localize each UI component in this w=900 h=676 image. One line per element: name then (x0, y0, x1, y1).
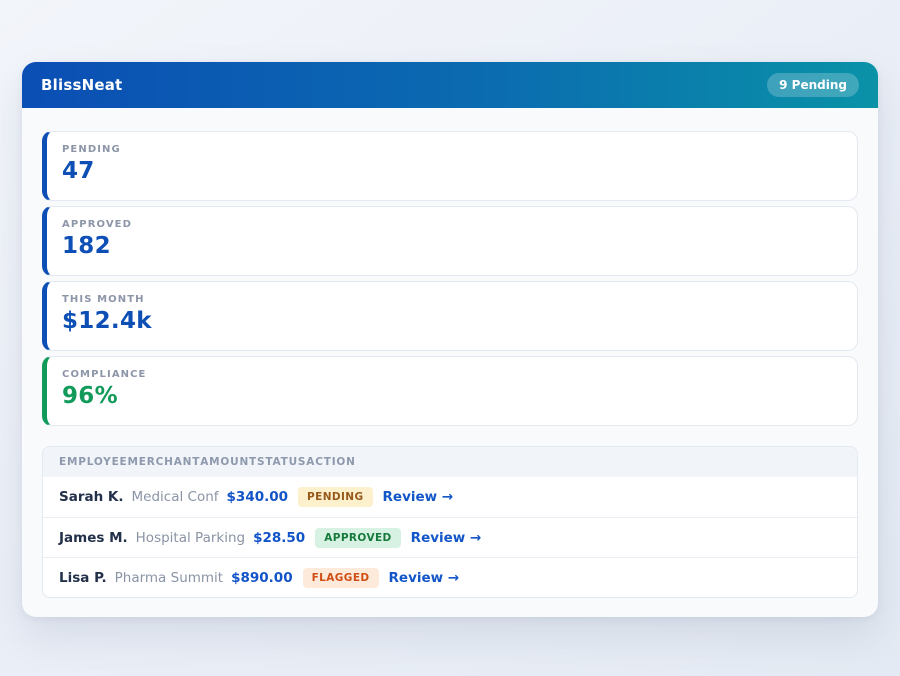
status-badge: PENDING (298, 487, 372, 507)
stat-card-approved: APPROVED 182 (42, 206, 858, 276)
employee-name: Lisa P. (59, 570, 107, 586)
app-title: BlissNeat (41, 76, 122, 94)
stat-value: 96% (62, 383, 842, 409)
stat-card-this-month: THIS MONTH $12.4k (42, 281, 858, 351)
employee-name: Sarah K. (59, 489, 124, 505)
stat-label: THIS MONTH (62, 294, 842, 305)
column-header-action: ACTION (306, 456, 355, 468)
amount-value: $28.50 (253, 530, 305, 546)
table-row: Lisa P. Pharma Summit $890.00 FLAGGED Re… (43, 557, 857, 597)
review-link[interactable]: Review → (389, 570, 460, 586)
amount-value: $890.00 (231, 570, 293, 586)
stat-label: APPROVED (62, 219, 842, 230)
stat-card-pending: PENDING 47 (42, 131, 858, 201)
column-header-merchant: MERCHANT (128, 456, 201, 468)
status-badge: APPROVED (315, 528, 400, 548)
review-link[interactable]: Review → (383, 489, 454, 505)
employee-name: James M. (59, 530, 128, 546)
table-header-row: EMPLOYEEMERCHANTAMOUNTSTATUSACTION (43, 447, 857, 477)
table-row: James M. Hospital Parking $28.50 APPROVE… (43, 517, 857, 557)
status-badge: FLAGGED (303, 568, 379, 588)
stat-label: PENDING (62, 144, 842, 155)
panel-content: PENDING 47 APPROVED 182 THIS MONTH $12.4… (22, 108, 878, 622)
transactions-table: EMPLOYEEMERCHANTAMOUNTSTATUSACTION Sarah… (42, 446, 858, 598)
amount-value: $340.00 (227, 489, 289, 505)
stat-value: 182 (62, 233, 842, 259)
column-header-amount: AMOUNT (200, 456, 257, 468)
stat-value: $12.4k (62, 308, 842, 334)
column-header-status: STATUS (257, 456, 306, 468)
merchant-name: Medical Conf (132, 489, 219, 505)
app-header: BlissNeat 9 Pending (22, 62, 878, 108)
pending-count-badge: 9 Pending (767, 73, 859, 97)
stat-value: 47 (62, 158, 842, 184)
table-row: Sarah K. Medical Conf $340.00 PENDING Re… (43, 477, 857, 517)
merchant-name: Hospital Parking (136, 530, 245, 546)
main-panel: BlissNeat 9 Pending PENDING 47 APPROVED … (22, 62, 878, 617)
review-link[interactable]: Review → (411, 530, 482, 546)
column-header-employee: EMPLOYEE (59, 456, 128, 468)
merchant-name: Pharma Summit (115, 570, 223, 586)
stat-label: COMPLIANCE (62, 369, 842, 380)
stat-card-compliance: COMPLIANCE 96% (42, 356, 858, 426)
